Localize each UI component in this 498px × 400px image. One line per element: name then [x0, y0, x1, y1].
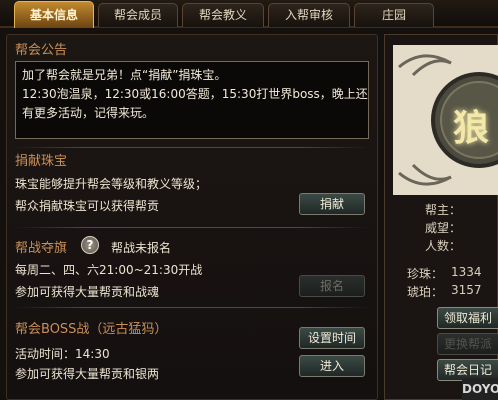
tab-basic-info[interactable]: 基本信息 [14, 1, 94, 28]
disabled-button[interactable]: 更换帮派 [437, 333, 498, 355]
watermark-logo: DOYO [462, 378, 498, 400]
announcement-box[interactable]: 加了帮会就是兄弟！点“捐献”捐珠宝。 12:30泡温泉，12:30或16:00答… [15, 61, 369, 139]
help-icon[interactable]: ? [81, 236, 99, 254]
divider [15, 147, 369, 148]
prestige-label: 威望： [425, 221, 462, 235]
flag-war-schedule: 每周二、四、六21:00~21:30开战 [15, 263, 203, 277]
emblem-frame: 狼 [393, 45, 498, 195]
tab-doctrine[interactable]: 帮会教义 [182, 3, 264, 27]
tab-manor[interactable]: 庄园 [354, 3, 434, 27]
flag-war-title: 帮战夺旗 [15, 241, 68, 256]
boss-reward: 参加可获得大量帮贡和银两 [15, 367, 160, 381]
donate-desc-2: 帮众捐献珠宝可以获得帮贡 [15, 199, 160, 213]
donate-button[interactable]: 捐献 [299, 193, 365, 215]
announcement-title: 帮会公告 [15, 43, 68, 58]
donate-desc-1: 珠宝能够提升帮会等级和教义等级； [15, 177, 208, 191]
signup-button[interactable]: 报名 [299, 275, 365, 297]
announcement-line-3: 有更多活动，记得来玩。 [22, 106, 155, 120]
pearl-value: 1334 [451, 265, 482, 279]
members-label: 人数： [425, 239, 462, 253]
flag-war-status: 帮战未报名 [111, 241, 172, 255]
boss-title: 帮会BOSS战（远古猛犸） [15, 322, 168, 337]
pearl-label: 珍珠： [407, 267, 444, 281]
boss-time: 活动时间：14:30 [15, 347, 110, 361]
set-time-button[interactable]: 设置时间 [299, 327, 365, 349]
announcement-line-2: 12:30泡温泉，12:30或16:00答题，15:30打世界boss，晚上还 [22, 87, 368, 101]
flag-war-reward: 参加可获得大量帮贡和战魂 [15, 285, 160, 299]
leader-label: 帮主： [425, 203, 462, 217]
enter-button[interactable]: 进入 [299, 355, 365, 377]
tab-bar: 基本信息 帮会成员 帮会教义 入帮审核 庄园 [0, 0, 498, 28]
guild-summary-panel: 狼 帮主： 威望： 人数： 珍珠： 1334 琥珀： 3157 领取福利 更换帮… [384, 34, 498, 400]
divider [15, 307, 369, 308]
emblem-glyph: 狼 [453, 108, 490, 149]
divider [15, 227, 369, 228]
announcement-line-1: 加了帮会就是兄弟！点“捐献”捐珠宝。 [22, 68, 227, 82]
donate-title: 捐献珠宝 [15, 154, 68, 169]
guild-info-panel: 帮会公告 加了帮会就是兄弟！点“捐献”捐珠宝。 12:30泡温泉，12:30或1… [6, 34, 378, 400]
claim-welfare-button[interactable]: 领取福利 [437, 307, 498, 329]
amber-label: 琥珀： [407, 285, 444, 299]
tab-join-review[interactable]: 入帮审核 [268, 3, 350, 27]
tab-members[interactable]: 帮会成员 [98, 3, 178, 27]
amber-value: 3157 [451, 283, 482, 297]
